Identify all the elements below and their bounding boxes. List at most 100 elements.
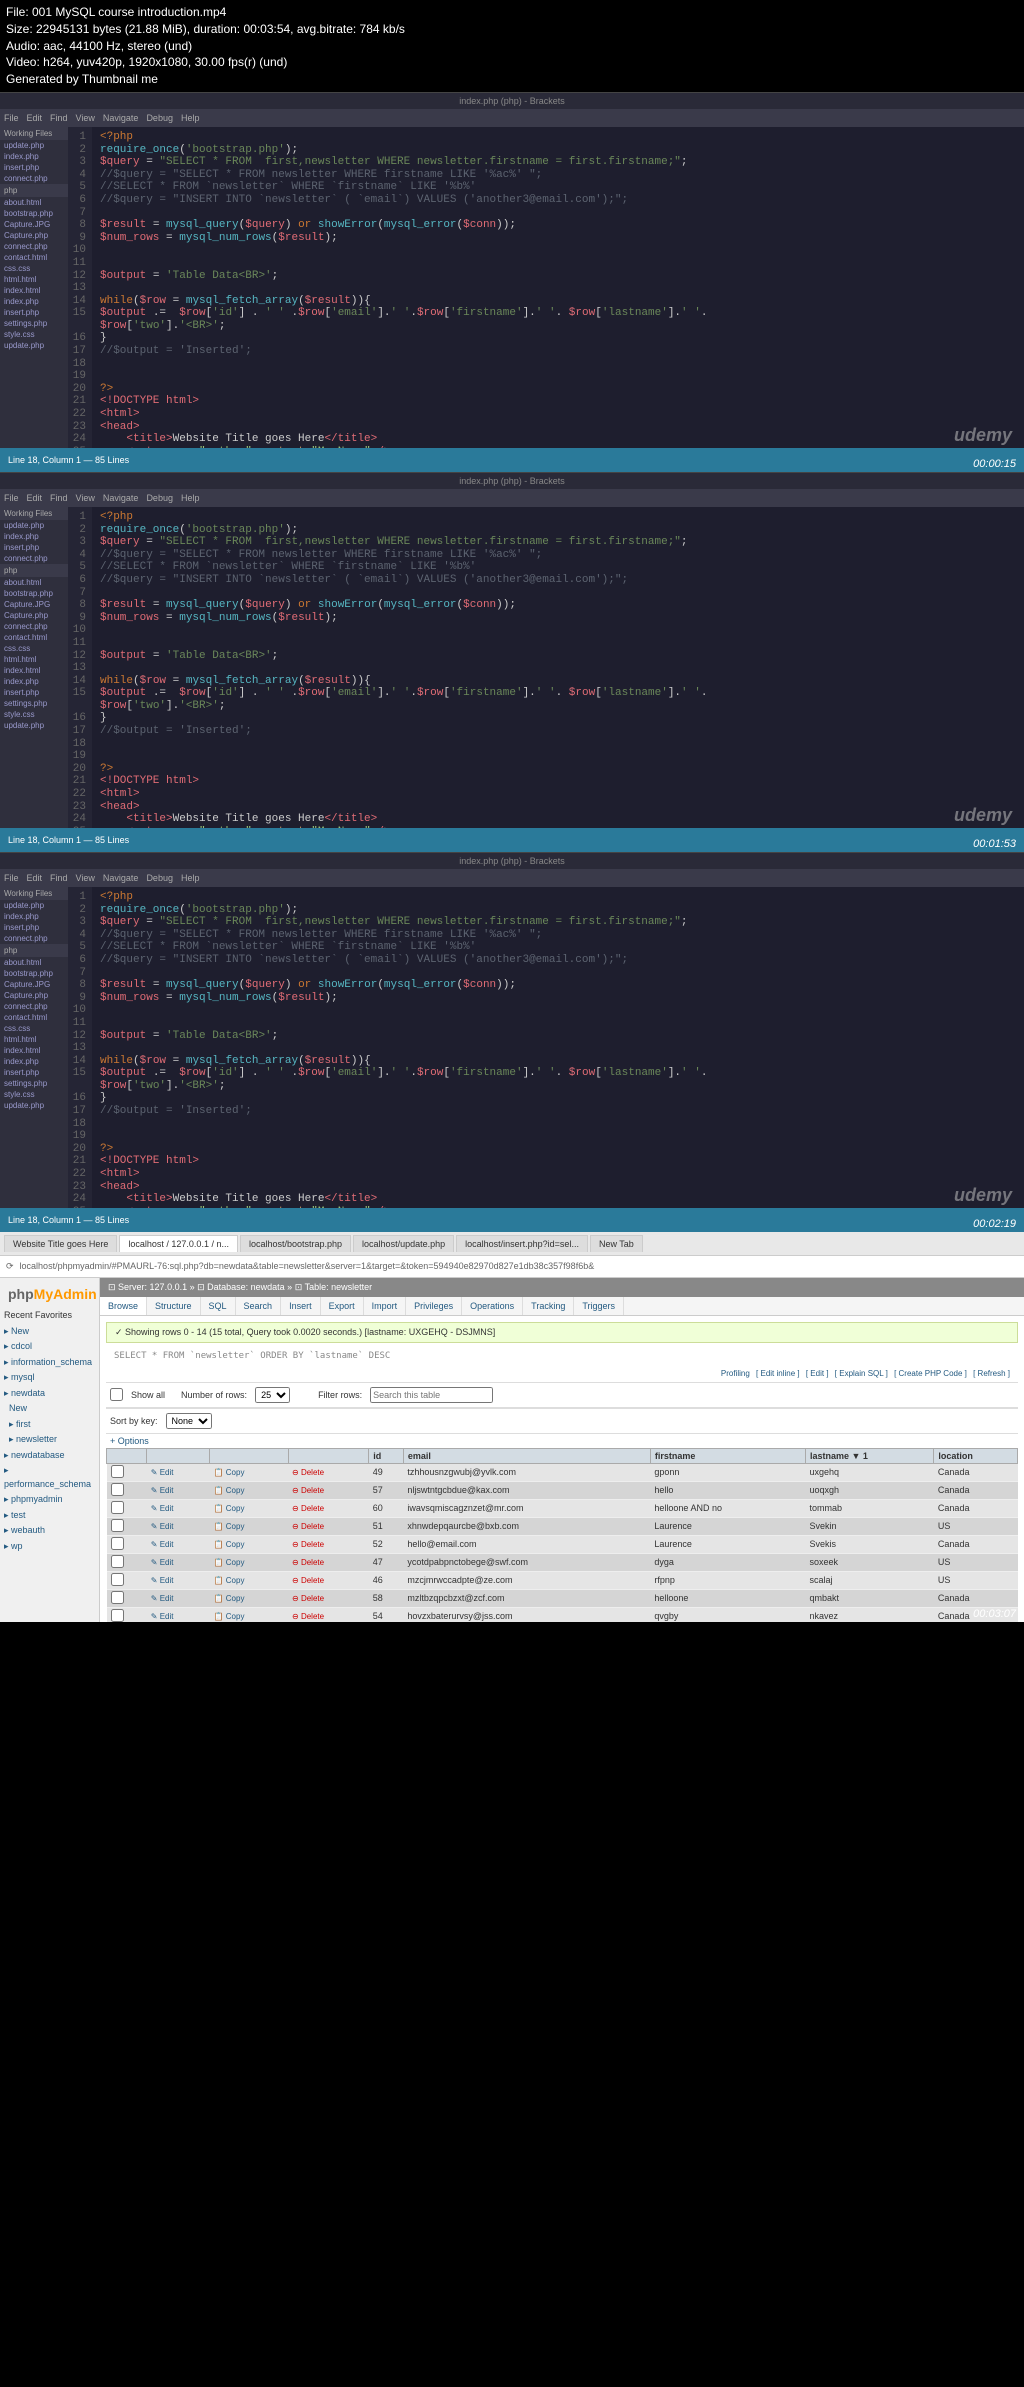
code-line[interactable]: $num_rows = mysql_num_rows($result); xyxy=(100,992,1016,1005)
sidebar-item[interactable]: update.php xyxy=(0,140,68,151)
row-checkbox[interactable] xyxy=(111,1537,124,1550)
menu-debug[interactable]: Debug xyxy=(146,873,173,883)
sidebar-item[interactable]: css.css xyxy=(0,1023,68,1034)
sidebar-item[interactable]: contact.html xyxy=(0,632,68,643)
browser-tab[interactable]: localhost/insert.php?id=sel... xyxy=(456,1235,588,1252)
sidebar-item[interactable]: index.html xyxy=(0,665,68,676)
sidebar-item[interactable]: style.css xyxy=(0,709,68,720)
sidebar-item[interactable]: Capture.php xyxy=(0,610,68,621)
code-line[interactable] xyxy=(100,1017,1016,1030)
sidebar-item[interactable]: index.php xyxy=(0,911,68,922)
code-line[interactable] xyxy=(100,257,1016,270)
code-line[interactable]: <title>Website Title goes Here</title> xyxy=(100,1193,1016,1206)
code-line[interactable] xyxy=(100,624,1016,637)
code-line[interactable]: while($row = mysql_fetch_array($result))… xyxy=(100,1055,1016,1068)
code-line[interactable]: //$query = "SELECT * FROM newsletter WHE… xyxy=(100,929,1016,942)
code-line[interactable]: <?php xyxy=(100,891,1016,904)
sort-select[interactable]: None xyxy=(166,1413,212,1429)
sidebar-item[interactable]: html.html xyxy=(0,274,68,285)
sidebar-item[interactable]: style.css xyxy=(0,1089,68,1100)
row-checkbox[interactable] xyxy=(111,1591,124,1604)
edit-link[interactable]: ✎ Edit xyxy=(151,1486,174,1495)
sidebar-item[interactable]: connect.php xyxy=(0,1001,68,1012)
code-line[interactable]: <?php xyxy=(100,511,1016,524)
sidebar-item[interactable]: bootstrap.php xyxy=(0,968,68,979)
sidebar-item[interactable]: bootstrap.php xyxy=(0,588,68,599)
column-header[interactable]: location xyxy=(934,1448,1018,1463)
code-line[interactable] xyxy=(100,1042,1016,1055)
code-line[interactable]: $query = "SELECT * FROM first,newsletter… xyxy=(100,536,1016,549)
browser-tab[interactable]: Website Title goes Here xyxy=(4,1235,117,1252)
row-checkbox[interactable] xyxy=(111,1483,124,1496)
sidebar-item[interactable]: update.php xyxy=(0,520,68,531)
options-toggle[interactable]: + Options xyxy=(106,1434,1018,1448)
browser-tab[interactable]: localhost/update.php xyxy=(353,1235,454,1252)
code-content[interactable]: <?phprequire_once('bootstrap.php');$quer… xyxy=(92,127,1024,448)
sidebar-item[interactable]: html.html xyxy=(0,1034,68,1045)
browser-tab[interactable]: localhost / 127.0.0.1 / n... xyxy=(119,1235,238,1252)
code-line[interactable]: <head> xyxy=(100,801,1016,814)
code-line[interactable]: $row['two'].'<BR>'; xyxy=(100,700,1016,713)
menu-view[interactable]: View xyxy=(76,493,95,503)
menu-find[interactable]: Find xyxy=(50,113,68,123)
code-line[interactable] xyxy=(100,358,1016,371)
column-header[interactable]: firstname xyxy=(650,1448,805,1463)
code-line[interactable] xyxy=(100,637,1016,650)
code-line[interactable]: require_once('bootstrap.php'); xyxy=(100,524,1016,537)
code-line[interactable]: //$query = "SELECT * FROM newsletter WHE… xyxy=(100,169,1016,182)
menu-navigate[interactable]: Navigate xyxy=(103,113,139,123)
query-link[interactable]: Profiling xyxy=(721,1369,750,1378)
code-line[interactable] xyxy=(100,370,1016,383)
copy-link[interactable]: 📋 Copy xyxy=(214,1486,245,1495)
code-line[interactable]: ?> xyxy=(100,1143,1016,1156)
sidebar-item[interactable]: Capture.JPG xyxy=(0,219,68,230)
menu-navigate[interactable]: Navigate xyxy=(103,493,139,503)
menu-edit[interactable]: Edit xyxy=(27,493,43,503)
edit-link[interactable]: ✎ Edit xyxy=(151,1468,174,1477)
copy-link[interactable]: 📋 Copy xyxy=(214,1612,245,1621)
sidebar-item[interactable]: settings.php xyxy=(0,318,68,329)
edit-link[interactable]: ✎ Edit xyxy=(151,1504,174,1513)
column-header[interactable] xyxy=(107,1448,147,1463)
column-header[interactable] xyxy=(147,1448,210,1463)
sidebar-item[interactable]: about.html xyxy=(0,577,68,588)
code-line[interactable]: $row['two'].'<BR>'; xyxy=(100,320,1016,333)
menu-debug[interactable]: Debug xyxy=(146,113,173,123)
delete-link[interactable]: ⊖ Delete xyxy=(292,1522,324,1531)
code-line[interactable]: $result = mysql_query($query) or showErr… xyxy=(100,219,1016,232)
sidebar-item[interactable]: update.php xyxy=(0,1100,68,1111)
column-header[interactable]: email xyxy=(403,1448,650,1463)
code-line[interactable]: //$query = "INSERT INTO `newsletter` ( `… xyxy=(100,194,1016,207)
sidebar-item[interactable]: insert.php xyxy=(0,1067,68,1078)
numrows-select[interactable]: 25 xyxy=(255,1387,290,1403)
browser-tab[interactable]: New Tab xyxy=(590,1235,643,1252)
delete-link[interactable]: ⊖ Delete xyxy=(292,1486,324,1495)
sidebar-item[interactable]: index.php xyxy=(0,676,68,687)
tree-node[interactable]: ▸ newdata xyxy=(4,1386,95,1402)
code-line[interactable]: <title>Website Title goes Here</title> xyxy=(100,433,1016,446)
tree-node[interactable]: ▸ cdcol xyxy=(4,1339,95,1355)
code-line[interactable]: <title>Website Title goes Here</title> xyxy=(100,813,1016,826)
menu-file[interactable]: File xyxy=(4,493,19,503)
code-line[interactable] xyxy=(100,282,1016,295)
code-line[interactable] xyxy=(100,207,1016,220)
code-line[interactable] xyxy=(100,662,1016,675)
menu-debug[interactable]: Debug xyxy=(146,493,173,503)
pma-tab-browse[interactable]: Browse xyxy=(100,1297,147,1315)
delete-link[interactable]: ⊖ Delete xyxy=(292,1576,324,1585)
column-header[interactable] xyxy=(288,1448,369,1463)
sidebar-item[interactable]: contact.html xyxy=(0,1012,68,1023)
sidebar-item[interactable]: contact.html xyxy=(0,252,68,263)
code-line[interactable]: //$output = 'Inserted'; xyxy=(100,725,1016,738)
sidebar-item[interactable]: bootstrap.php xyxy=(0,208,68,219)
recent-favorites[interactable]: Recent Favorites xyxy=(4,1310,95,1320)
tree-node[interactable]: ▸ New xyxy=(4,1324,95,1340)
pma-tab-structure[interactable]: Structure xyxy=(147,1297,201,1315)
code-line[interactable]: ?> xyxy=(100,383,1016,396)
sidebar-item[interactable]: index.html xyxy=(0,285,68,296)
sidebar-item[interactable]: connect.php xyxy=(0,173,68,184)
sidebar-item[interactable]: update.php xyxy=(0,720,68,731)
code-line[interactable]: //SELECT * FROM `newsletter` WHERE `firs… xyxy=(100,181,1016,194)
pma-tab-sql[interactable]: SQL xyxy=(201,1297,236,1315)
sidebar-item[interactable]: connect.php xyxy=(0,933,68,944)
